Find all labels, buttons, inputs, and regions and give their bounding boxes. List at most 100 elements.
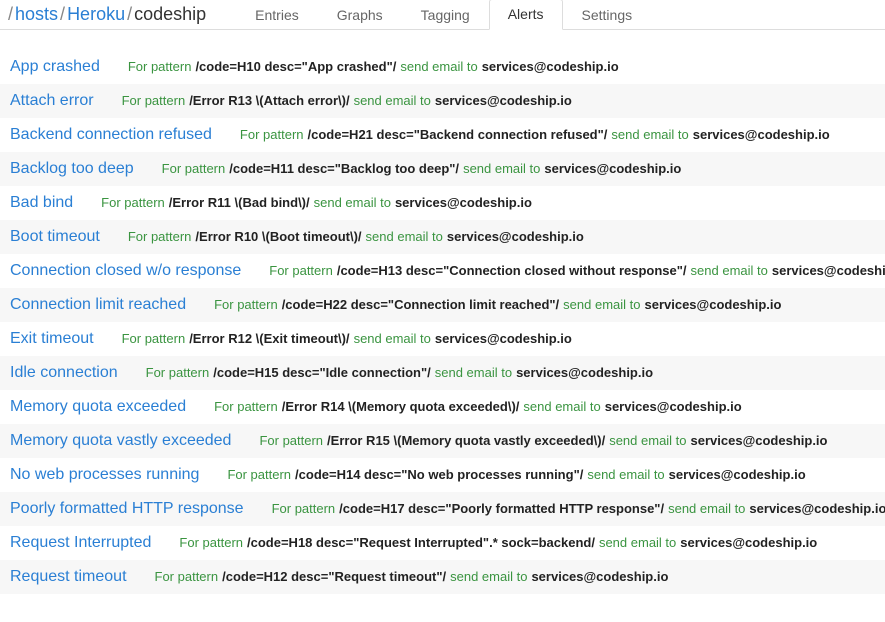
for-pattern-label: For pattern: [269, 263, 333, 278]
send-email-label: send email to: [435, 365, 512, 380]
alert-pattern: /Error R14 \(Memory quota exceeded\)/: [282, 399, 520, 414]
alert-name[interactable]: Connection closed w/o response: [10, 262, 241, 280]
send-email-label: send email to: [587, 467, 664, 482]
alert-row: Boot timeoutFor pattern/Error R10 \(Boot…: [0, 220, 885, 254]
alert-email: services@codeship.io: [680, 535, 817, 550]
alert-row: Bad bind For pattern/Error R11 \(Bad bind…: [0, 186, 885, 220]
for-pattern-label: For pattern: [146, 365, 210, 380]
send-email-label: send email to: [691, 263, 768, 278]
alert-pattern: /code=H15 desc="Idle connection"/: [213, 365, 431, 380]
for-pattern-label: For pattern: [101, 195, 165, 210]
for-pattern-label: For pattern: [240, 127, 304, 142]
alert-email: services@codeship.io: [669, 467, 806, 482]
send-email-label: send email to: [400, 59, 477, 74]
alert-email: services@codeship.io: [605, 399, 742, 414]
alert-name[interactable]: Attach error: [10, 92, 94, 110]
alert-email: services@codeship.io: [531, 569, 668, 584]
send-email-label: send email to: [523, 399, 600, 414]
alert-pattern: /code=H18 desc="Request Interrupted".* s…: [247, 535, 595, 550]
alert-name[interactable]: No web processes running: [10, 466, 199, 484]
alert-email: services@codeship.io: [749, 501, 885, 516]
breadcrumb-slash: /: [8, 4, 13, 25]
alert-row: Backlog too deep For pattern/code=H11 des…: [0, 152, 885, 186]
alert-pattern: /code=H21 desc="Backend connection refus…: [308, 127, 608, 142]
alert-name[interactable]: Boot timeout: [10, 228, 100, 246]
alert-name[interactable]: Request Interrupted: [10, 534, 151, 552]
tab-settings[interactable]: Settings: [563, 0, 652, 30]
send-email-label: send email to: [450, 569, 527, 584]
alert-email: services@codeship.io: [435, 93, 572, 108]
alert-row: Request timeoutFor pattern/code=H12 desc…: [0, 560, 885, 594]
alert-row: App crashedFor pattern/code=H10 desc="Ap…: [0, 50, 885, 84]
alert-name[interactable]: App crashed: [10, 58, 100, 76]
alert-email: services@codeship.io: [644, 297, 781, 312]
alert-row: Memory quota exceeded For pattern/Error R…: [0, 390, 885, 424]
tab-entries[interactable]: Entries: [236, 0, 318, 30]
alert-pattern: /Error R10 \(Boot timeout\)/: [195, 229, 361, 244]
alert-pattern: /Error R13 \(Attach error\)/: [189, 93, 349, 108]
breadcrumb-current: codeship: [134, 4, 206, 25]
alert-name[interactable]: Request timeout: [10, 568, 127, 586]
alert-pattern: /code=H14 desc="No web processes running…: [295, 467, 583, 482]
alert-email: services@codeship.io: [516, 365, 653, 380]
alert-name[interactable]: Poorly formatted HTTP response: [10, 500, 244, 518]
alert-pattern: /Error R15 \(Memory quota vastly exceede…: [327, 433, 605, 448]
send-email-label: send email to: [599, 535, 676, 550]
alert-pattern: /code=H10 desc="App crashed"/: [195, 59, 396, 74]
for-pattern-label: For pattern: [259, 433, 323, 448]
alert-email: services@codeship.io: [395, 195, 532, 210]
send-email-label: send email to: [354, 93, 431, 108]
tab-graphs[interactable]: Graphs: [318, 0, 402, 30]
alert-email: services@codeship.io: [691, 433, 828, 448]
alert-row: Connection limit reached For pattern/code…: [0, 288, 885, 322]
alert-pattern: /code=H13 desc="Connection closed withou…: [337, 263, 687, 278]
alert-email: services@codeship.io: [435, 331, 572, 346]
tab-tagging[interactable]: Tagging: [402, 0, 489, 30]
alert-name[interactable]: Memory quota exceeded: [10, 398, 186, 416]
for-pattern-label: For pattern: [162, 161, 226, 176]
alert-pattern: /code=H17 desc="Poorly formatted HTTP re…: [339, 501, 664, 516]
alert-row: Attach error For pattern/Error R13 \(Atta…: [0, 84, 885, 118]
alert-email: services@codeship.io: [447, 229, 584, 244]
tabs: Entries Graphs Tagging Alerts Settings: [236, 0, 651, 29]
send-email-label: send email to: [366, 229, 443, 244]
alert-pattern: /Error R12 \(Exit timeout\)/: [189, 331, 349, 346]
for-pattern-label: For pattern: [122, 331, 186, 346]
alert-row: Backend connection refused For pattern/co…: [0, 118, 885, 152]
alert-name[interactable]: Backend connection refused: [10, 126, 212, 144]
breadcrumb-heroku[interactable]: Heroku: [67, 4, 125, 25]
alert-name[interactable]: Idle connection: [10, 364, 118, 382]
alert-name[interactable]: Backlog too deep: [10, 160, 134, 178]
for-pattern-label: For pattern: [155, 569, 219, 584]
breadcrumb-hosts[interactable]: hosts: [15, 4, 58, 25]
alert-pattern: /code=H22 desc="Connection limit reached…: [282, 297, 559, 312]
send-email-label: send email to: [668, 501, 745, 516]
alert-name[interactable]: Bad bind: [10, 194, 73, 212]
alert-email: services@codeship: [772, 263, 885, 278]
for-pattern-label: For pattern: [179, 535, 243, 550]
for-pattern-label: For pattern: [227, 467, 291, 482]
tab-alerts[interactable]: Alerts: [489, 0, 563, 30]
send-email-label: send email to: [563, 297, 640, 312]
alert-email: services@codeship.io: [693, 127, 830, 142]
for-pattern-label: For pattern: [122, 93, 186, 108]
send-email-label: send email to: [354, 331, 431, 346]
alert-row: Poorly formatted HTTP response For patter…: [0, 492, 885, 526]
alerts-list: App crashed For pattern/code=H10 desc="Ap…: [0, 30, 885, 594]
for-pattern-label: For pattern: [214, 399, 278, 414]
alert-email: services@codeship.io: [544, 161, 681, 176]
alert-pattern: /code=H11 desc="Backlog too deep"/: [229, 161, 459, 176]
alert-name[interactable]: Exit timeout: [10, 330, 94, 348]
send-email-label: send email to: [611, 127, 688, 142]
alert-row: Memory quota vastly exceeded For pattern /…: [0, 424, 885, 458]
breadcrumb-slash: /: [127, 4, 132, 25]
for-pattern-label: For pattern: [272, 501, 336, 516]
alert-row: Exit timeout For pattern/Error R12 \(Exit…: [0, 322, 885, 356]
for-pattern-label: For pattern: [214, 297, 278, 312]
send-email-label: send email to: [463, 161, 540, 176]
alert-pattern: /Error R11 \(Bad bind\)/: [169, 195, 310, 210]
alert-name[interactable]: Connection limit reached: [10, 296, 186, 314]
alert-email: services@codeship.io: [482, 59, 619, 74]
alert-row: Idle connection For pattern/code=H15 desc…: [0, 356, 885, 390]
alert-name[interactable]: Memory quota vastly exceeded: [10, 432, 231, 450]
